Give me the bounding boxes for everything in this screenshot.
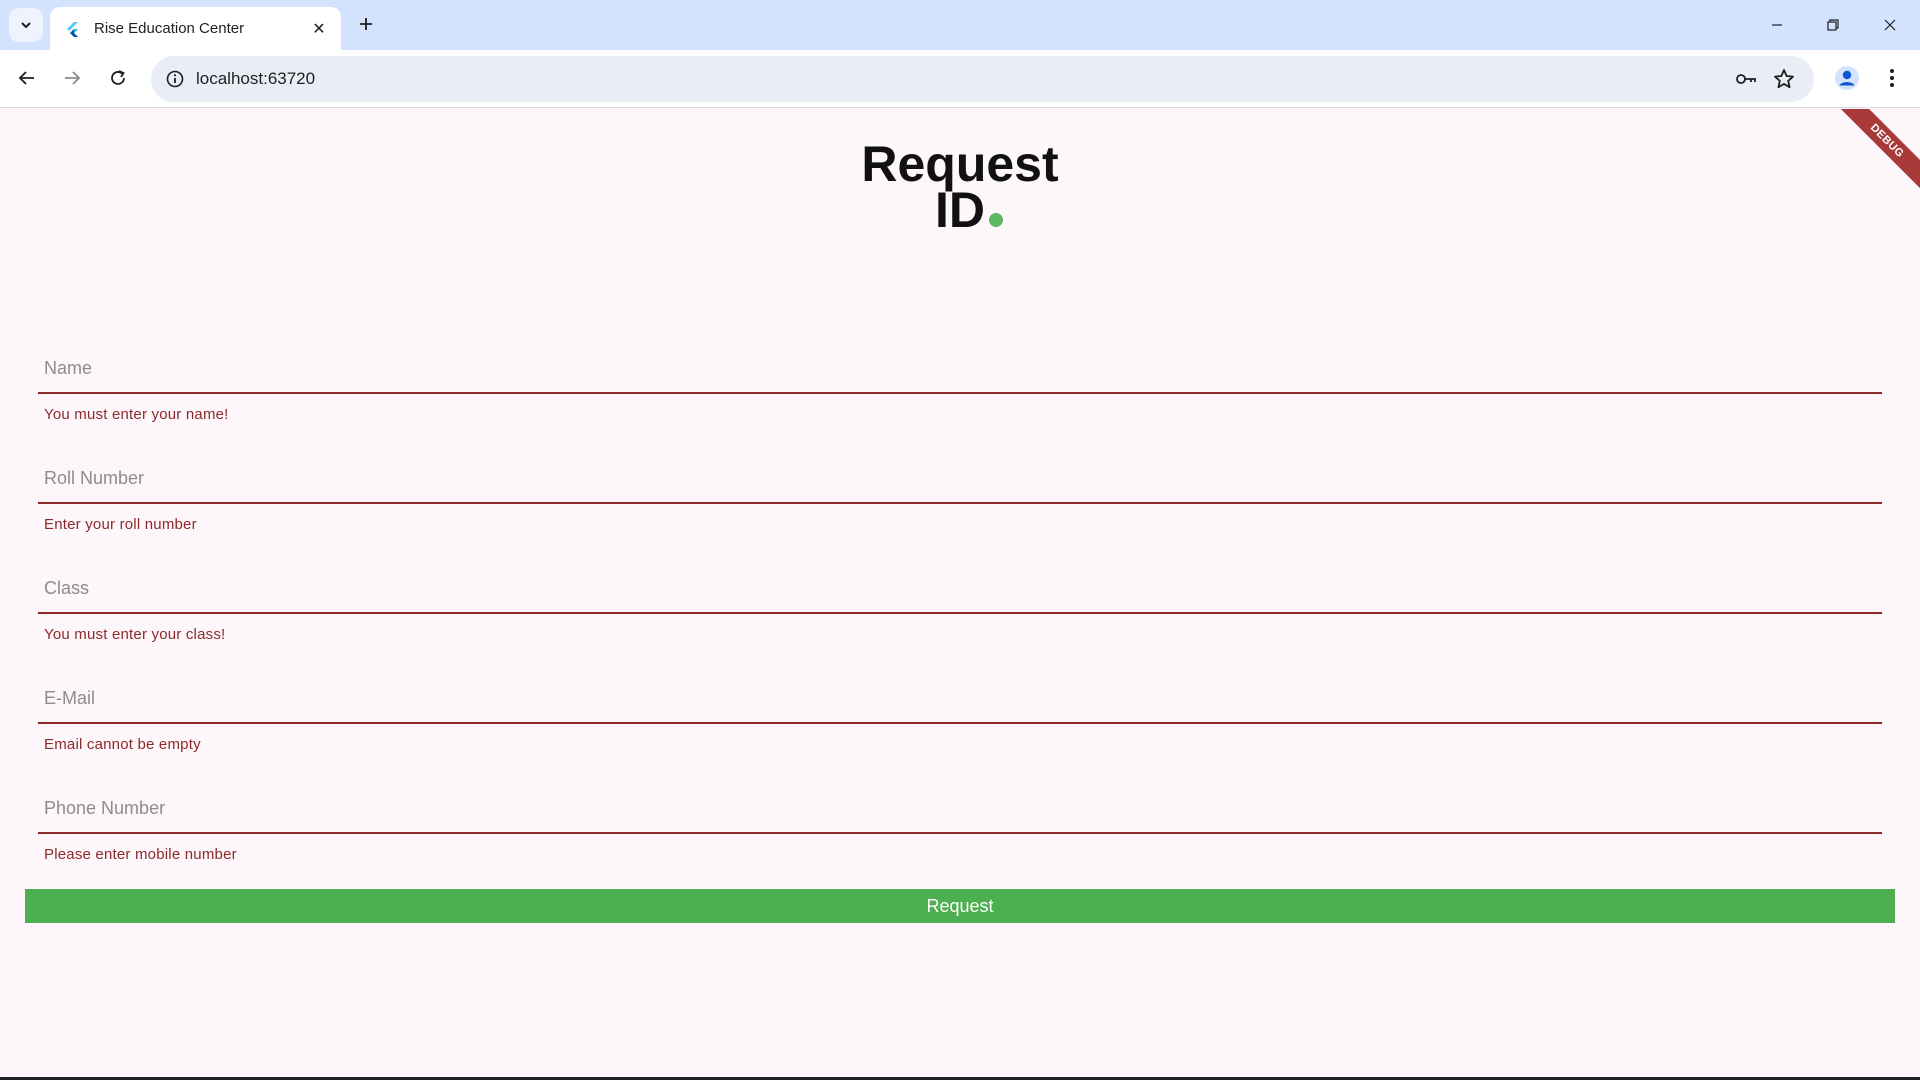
minimize-button[interactable]: [1749, 0, 1805, 50]
email-label: E-Mail: [44, 688, 96, 708]
email-field[interactable]: E-Mail Email cannot be empty: [38, 672, 1882, 782]
restore-button[interactable]: [1805, 0, 1861, 50]
browser-toolbar: localhost:63720: [0, 50, 1920, 108]
roll-number-field[interactable]: Roll Number Enter your roll number: [38, 452, 1882, 562]
close-window-button[interactable]: [1862, 0, 1918, 50]
class-underline: [38, 612, 1882, 614]
browser-tabstrip: Rise Education Center ✕: [0, 0, 1920, 50]
phone-number-label: Phone Number: [44, 798, 166, 818]
email-error: Email cannot be empty: [44, 736, 201, 753]
profile-button[interactable]: [1832, 63, 1862, 93]
arrow-left-icon: [18, 71, 34, 85]
reload-icon: [111, 70, 125, 85]
title-line-2: ID: [935, 182, 985, 238]
page-title: Request ID: [0, 136, 1920, 235]
chevron-down-icon: [21, 22, 31, 29]
tab-title: Rise Education Center: [94, 20, 245, 37]
name-label: Name: [44, 358, 93, 378]
close-tab-icon[interactable]: ✕: [309, 19, 329, 39]
plus-icon: [360, 18, 372, 30]
flutter-icon: [67, 21, 78, 37]
new-tab-button[interactable]: [352, 10, 380, 38]
close-icon: [1884, 19, 1896, 31]
roll-number-label: Roll Number: [44, 468, 145, 488]
request-button[interactable]: Request: [25, 889, 1895, 923]
name-error: You must enter your name!: [44, 406, 229, 423]
roll-number-underline: [38, 502, 1882, 504]
key-icon[interactable]: [1734, 67, 1758, 91]
arrow-right-icon: [65, 71, 81, 85]
tab-search-button[interactable]: [9, 8, 43, 42]
star-icon[interactable]: [1772, 67, 1796, 91]
address-bar[interactable]: localhost:63720: [151, 56, 1814, 102]
name-field[interactable]: Name You must enter your name!: [38, 342, 1882, 452]
class-field[interactable]: Class You must enter your class!: [38, 562, 1882, 672]
browser-menu-button[interactable]: [1880, 63, 1904, 93]
title-line-1: Request: [861, 136, 1059, 192]
forward-button[interactable]: [54, 60, 90, 96]
url-text: localhost:63720: [196, 69, 316, 88]
class-error: You must enter your class!: [44, 626, 226, 643]
kebab-menu-icon: [1890, 69, 1894, 87]
back-button[interactable]: [9, 60, 45, 96]
email-underline: [38, 722, 1882, 724]
minimize-icon: [1772, 24, 1782, 26]
restore-icon: [1827, 19, 1839, 31]
browser-tab[interactable]: Rise Education Center ✕: [50, 7, 341, 50]
phone-number-field[interactable]: Phone Number Please enter mobile number: [38, 782, 1882, 892]
class-label: Class: [44, 578, 90, 598]
name-underline: [38, 392, 1882, 394]
app-viewport: DEBUG Request ID Name You must enter you…: [0, 109, 1920, 1077]
phone-number-underline: [38, 832, 1882, 834]
site-info-icon[interactable]: [163, 67, 187, 91]
avatar-icon: [1835, 66, 1859, 90]
reload-button[interactable]: [100, 60, 136, 96]
accent-dot: [989, 213, 1003, 227]
phone-number-error: Please enter mobile number: [44, 846, 237, 863]
roll-number-error: Enter your roll number: [44, 516, 197, 533]
